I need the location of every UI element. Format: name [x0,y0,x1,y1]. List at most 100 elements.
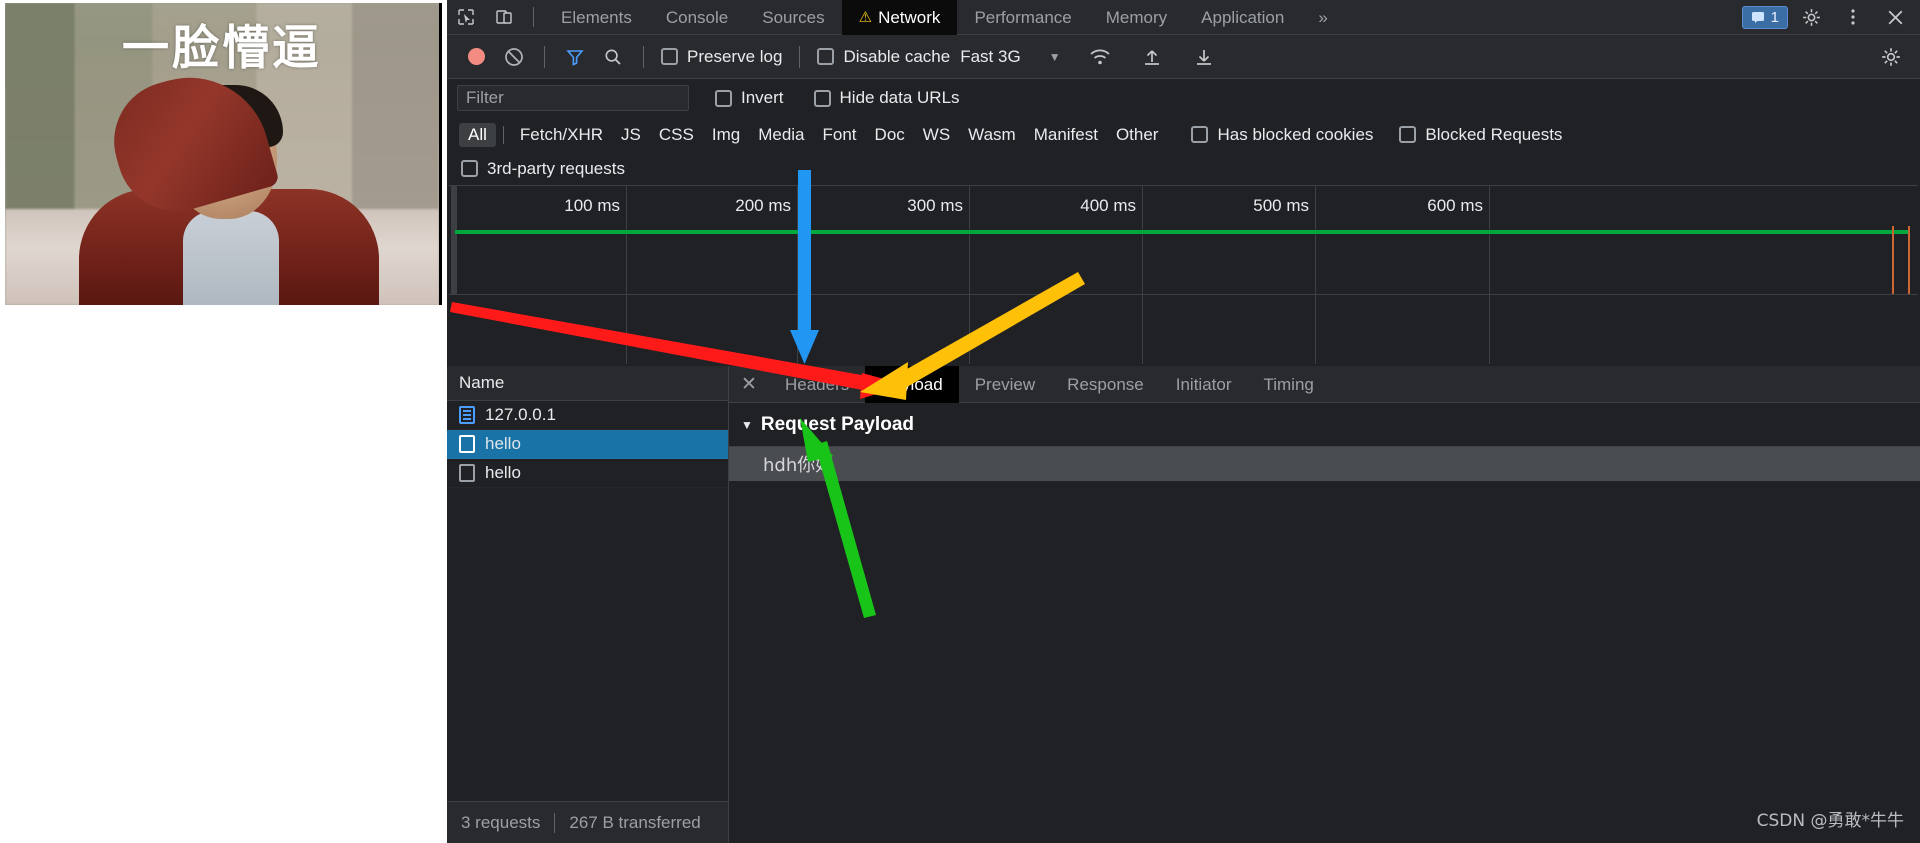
tab-performance[interactable]: Performance [957,0,1088,35]
document-icon [459,406,475,424]
type-filter-img[interactable]: Img [703,123,749,147]
message-icon [1751,12,1764,24]
type-filter-manifest[interactable]: Manifest [1025,123,1107,147]
type-filter-doc[interactable]: Doc [866,123,914,147]
type-filter-media[interactable]: Media [749,123,813,147]
type-filter-js[interactable]: JS [612,123,650,147]
tab-sources[interactable]: Sources [745,0,841,35]
request-payload-section-header[interactable]: ▼ Request Payload [729,403,1920,447]
network-conditions-icon[interactable] [1081,39,1119,74]
section-title-label: Request Payload [760,413,914,435]
download-arrow-icon[interactable] [1185,39,1223,74]
throttling-select[interactable]: Fast 3G [960,47,1020,67]
tab-timing[interactable]: Timing [1247,366,1329,403]
tab-console[interactable]: Console [649,0,745,35]
preserve-log-checkbox[interactable]: Preserve log [655,47,788,67]
tab-label: Performance [974,7,1072,27]
photo-caption: 一脸懵逼 [122,21,322,76]
checkbox-box [661,48,678,65]
filter-input[interactable] [457,85,689,111]
tab-application[interactable]: Application [1184,0,1301,35]
checkbox-box [1399,126,1417,143]
type-filter-css[interactable]: CSS [650,123,703,147]
gear-icon[interactable] [1792,0,1830,35]
overview-tick-label: 400 ms [1080,196,1136,215]
table-row[interactable]: 127.0.0.1 [447,401,728,430]
type-filter-wasm[interactable]: Wasm [959,123,1025,147]
tabbar-divider [533,7,534,27]
csdn-watermark: CSDN @勇敢*牛牛 [1756,811,1904,831]
chevron-down-icon[interactable]: ▼ [1049,50,1061,64]
screenshot-root: 一脸懵逼 Elements Console Sources ⚠ Network … [0,0,1920,843]
toolbar-divider-2 [643,45,644,68]
type-filter-all[interactable]: All [459,122,496,147]
resource-type-row: All Fetch/XHR JS CSS Img Media Font Doc … [447,117,1920,152]
more-vertical-icon[interactable] [1834,0,1872,35]
tab-headers[interactable]: Headers [769,366,865,403]
close-icon[interactable]: ✕ [729,366,769,403]
tab-memory[interactable]: Memory [1089,0,1184,35]
checkbox-box [715,89,732,107]
overview-event-marker-1 [1892,226,1894,294]
blocked-requests-checkbox[interactable]: Blocked Requests [1393,125,1568,145]
network-toolbar: Preserve log Disable cache Fast 3G ▼ [447,35,1920,79]
type-filter-ws[interactable]: WS [914,123,959,147]
devtools-tabbar: Elements Console Sources ⚠ Network Perfo… [447,0,1920,35]
type-divider [502,125,504,144]
tab-elements[interactable]: Elements [544,0,649,35]
tabbar-right-controls: 1 [1741,0,1920,35]
search-icon[interactable] [594,39,632,74]
record-stop-icon[interactable] [457,39,495,74]
has-blocked-cookies-label: Has blocked cookies [1217,124,1374,144]
type-filter-fetchxhr[interactable]: Fetch/XHR [511,123,612,147]
hide-data-urls-checkbox[interactable]: Hide data URLs [808,88,966,108]
disable-cache-checkbox[interactable]: Disable cache [811,47,956,67]
issues-badge[interactable]: 1 [1741,5,1788,29]
tab-response[interactable]: Response [1051,366,1160,403]
table-row[interactable]: hello [447,430,728,459]
filter-row: Invert Hide data URLs [447,79,1920,117]
upload-arrow-icon[interactable] [1133,39,1171,74]
triangle-down-icon: ▼ [741,417,753,432]
tab-label: Memory [1105,7,1168,27]
invert-checkbox[interactable]: Invert [709,88,790,108]
network-overview-timeline[interactable]: 100 ms 200 ms 300 ms 400 ms 500 ms 600 m… [449,185,1918,364]
type-filter-font[interactable]: Font [814,123,866,147]
tab-initiator[interactable]: Initiator [1160,366,1248,403]
hide-data-urls-label: Hide data URLs [839,88,960,107]
table-row[interactable]: hello [447,459,728,488]
payload-value-row: hdh你好 [729,447,1920,481]
third-party-row: 3rd-party requests [447,152,1920,185]
tab-label: Elements [561,7,632,27]
disable-cache-label: Disable cache [843,46,951,66]
network-status-bar: 3 requests 267 B transferred [447,801,728,843]
type-filter-other[interactable]: Other [1107,123,1168,147]
checkbox-box [461,160,478,177]
overview-event-marker-2 [1908,226,1910,294]
overview-load-bar [455,230,1910,234]
transferred-size: 267 B transferred [569,812,701,832]
overview-left-handle[interactable] [451,186,457,294]
tab-preview[interactable]: Preview [959,366,1051,403]
request-column-header[interactable]: Name [447,366,728,401]
network-settings-gear-icon[interactable] [1872,39,1910,74]
inspect-cursor-icon[interactable] [447,0,485,35]
overview-tick-label: 500 ms [1253,196,1309,215]
invert-label: Invert [741,88,784,107]
funnel-icon[interactable] [556,39,594,74]
tab-payload[interactable]: Payload [865,365,959,403]
has-blocked-cookies-checkbox[interactable]: Has blocked cookies [1185,125,1379,145]
third-party-requests-checkbox[interactable]: 3rd-party requests [461,159,631,179]
toolbar-divider-3 [799,45,801,68]
clear-no-entry-icon[interactable] [495,39,533,74]
request-rows: 127.0.0.1 hello hello [447,401,728,801]
device-toolbar-icon[interactable] [485,0,523,35]
tab-label: Console [665,7,729,27]
overview-tick-label: 200 ms [735,196,791,215]
tab-network[interactable]: ⚠ Network [841,0,958,35]
websocket-icon [459,435,475,453]
request-name: hello [485,463,521,482]
close-icon[interactable] [1876,0,1914,35]
tab-label: Application [1201,7,1285,27]
more-tabs-button[interactable]: » [1301,0,1344,35]
